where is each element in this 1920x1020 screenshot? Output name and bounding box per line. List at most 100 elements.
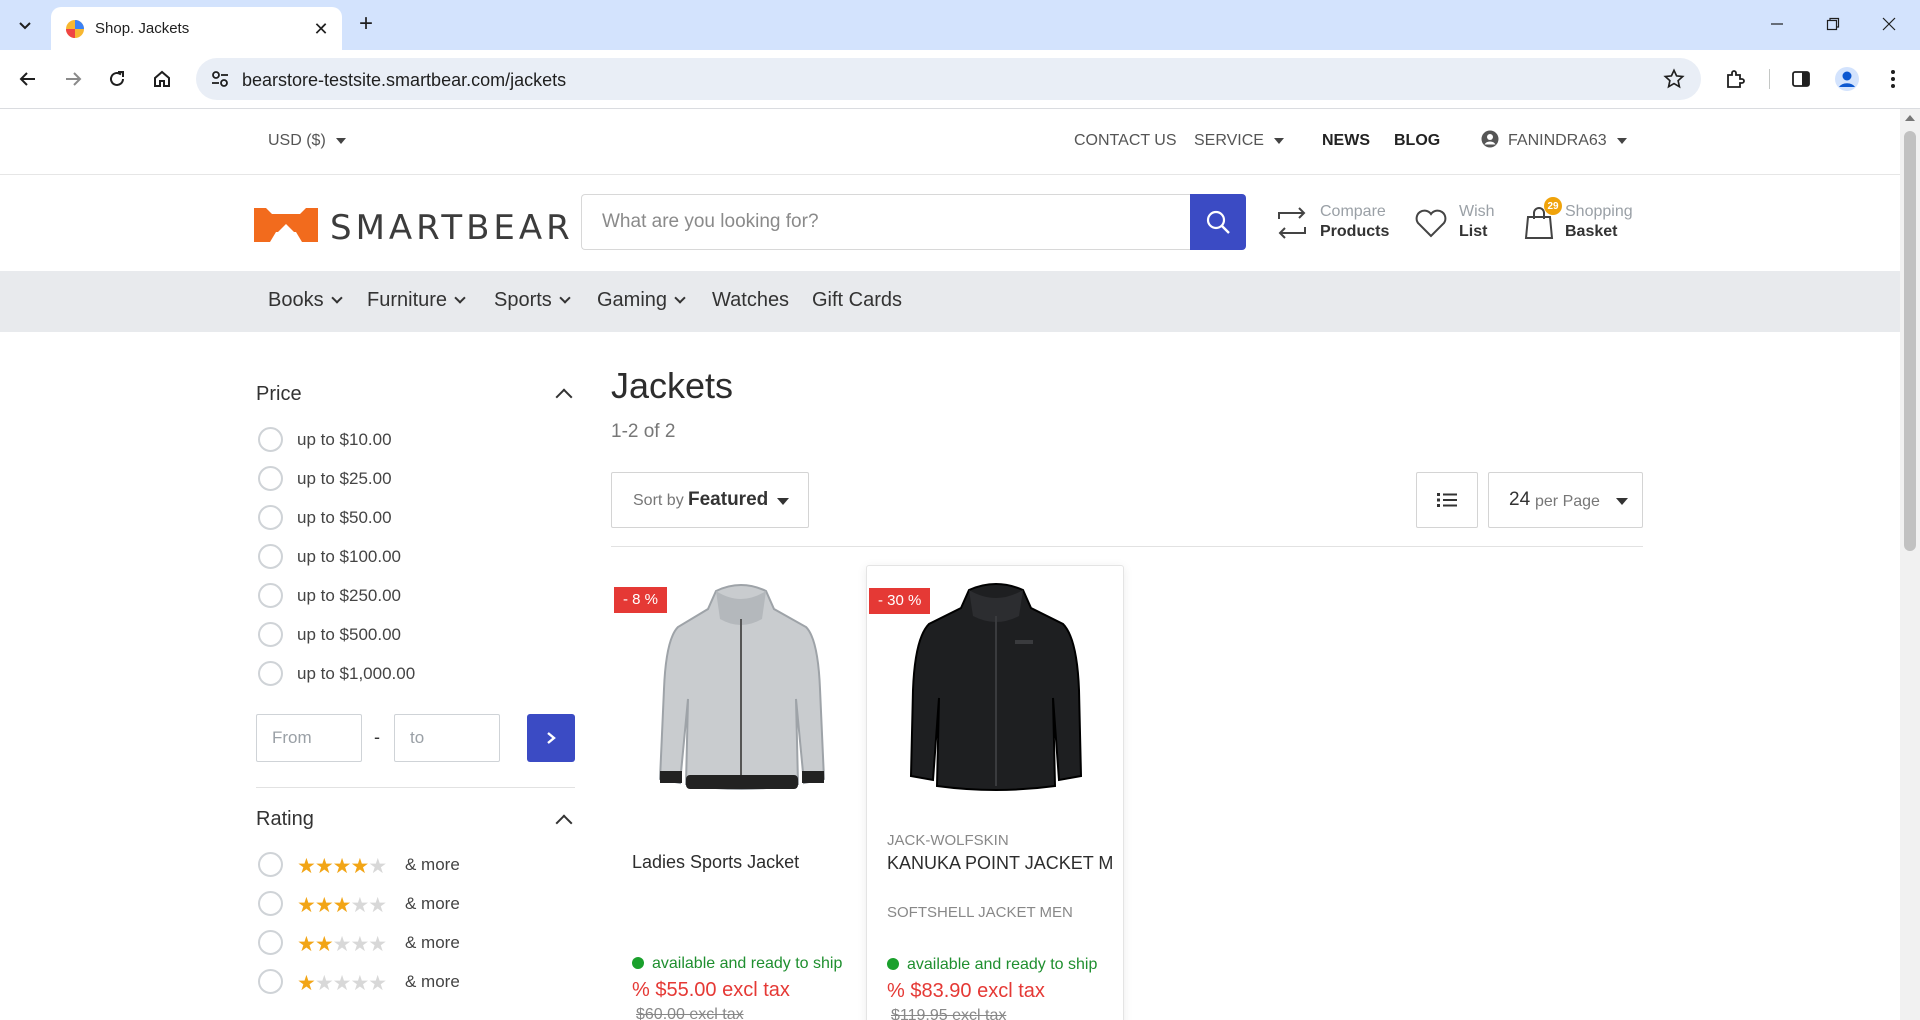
restore-window-button[interactable] [1805,6,1861,42]
sidebar-divider [256,787,575,788]
tab-title: Shop. Jackets [95,20,190,37]
chevron-down-icon [335,137,346,144]
browser-tab-active[interactable]: Shop. Jackets ✕ [51,7,342,50]
radio-button[interactable] [258,583,283,608]
user-menu[interactable]: FANINDRA63 [1481,130,1627,150]
product-name[interactable]: KANUKA POINT JACKET M [887,853,1113,874]
rating-filter-title: Rating [256,808,314,830]
profile-button[interactable] [1829,61,1865,97]
radio-button[interactable] [258,466,283,491]
nav-item-gift-cards[interactable]: Gift Cards [812,289,902,312]
list-view-button[interactable] [1416,472,1478,528]
radio-button[interactable] [258,969,283,994]
nav-label: Books [268,289,324,311]
page-title: Jackets [611,365,734,406]
nav-item-furniture[interactable]: Furniture [367,289,466,312]
extensions-button[interactable] [1717,61,1753,97]
product-price: % $55.00 excl tax [632,979,790,1001]
product-brand[interactable]: JACK-WOLFSKIN [887,832,1009,849]
price-option-label: up to $25.00 [297,469,392,488]
rating-option-label: & more [405,855,460,874]
search-button[interactable] [1190,194,1246,250]
toolbar-divider [611,546,1643,547]
profile-avatar-icon [1835,67,1859,91]
radio-button[interactable] [258,427,283,452]
chevron-down-icon [674,292,686,304]
nav-item-watches[interactable]: Watches [712,289,789,312]
minimize-window-button[interactable] [1749,6,1805,42]
per-page-value: 24 [1509,489,1531,510]
shopping-basket-link[interactable]: 29 Shopping Basket [1522,197,1642,245]
nav-item-sports[interactable]: Sports [494,289,571,312]
radio-button[interactable] [258,544,283,569]
reload-icon [110,71,124,86]
radio-button[interactable] [258,622,283,647]
close-window-button[interactable] [1861,6,1917,42]
forward-button[interactable] [55,61,91,97]
browser-menu-button[interactable] [1875,61,1911,97]
availability-status: available and ready to ship [887,956,1097,974]
availability-text: available and ready to ship [907,956,1098,973]
product-card[interactable]: - 8 % Ladies Sports Jacket available and… [612,565,870,1020]
availability-dot [887,958,899,970]
chevron-up-icon[interactable] [555,814,573,832]
sort-dropdown[interactable]: Sort by Featured [611,472,809,528]
product-card[interactable]: - 30 % JACK-WOLFSKIN KANUKA POINT JACKET… [866,565,1124,1020]
home-icon [154,70,170,87]
news-link[interactable]: NEWS [1322,132,1370,150]
chevron-down-icon [1616,137,1627,144]
address-bar[interactable]: bearstore-testsite.smartbear.com/jackets [196,58,1701,100]
product-name[interactable]: Ladies Sports Jacket [632,852,799,873]
rating-option-label: & more [405,972,460,991]
product-old-price: $60.00 excl tax [636,1006,744,1020]
nav-label: Furniture [367,289,448,311]
availability-text: available and ready to ship [652,955,843,972]
page-viewport: USD ($) CONTACT US SERVICE NEWS BLOG FAN… [0,109,1900,1020]
side-panel-button[interactable] [1783,61,1819,97]
site-favicon-icon [66,20,84,38]
price-from-input[interactable] [256,714,362,762]
scroll-up-arrow-icon[interactable] [1905,115,1915,121]
close-icon [1882,17,1896,31]
close-tab-icon[interactable]: ✕ [310,18,332,40]
nav-label: Sports [494,289,552,311]
arrow-right-icon [66,72,82,86]
product-image[interactable] [901,580,1091,800]
tab-search-button[interactable] [8,8,42,42]
back-button[interactable] [10,61,46,97]
wish-list-link[interactable]: Wish List [1413,201,1503,245]
nav-item-gaming[interactable]: Gaming [597,289,686,312]
home-button[interactable] [144,61,180,97]
list-view-icon [1437,493,1457,507]
bookmark-star-icon[interactable] [1663,68,1685,90]
price-to-input[interactable] [394,714,500,762]
apply-price-button[interactable] [527,714,575,762]
page-scrollbar[interactable] [1900,109,1920,1020]
radio-button[interactable] [258,661,283,686]
radio-button[interactable] [258,930,283,955]
currency-selector[interactable]: USD ($) [268,132,346,150]
sort-prefix: Sort by [633,492,684,509]
radio-button[interactable] [258,891,283,916]
chevron-down-icon [19,22,31,30]
search-input[interactable] [581,194,1191,250]
smartbear-logo[interactable]: SMARTBEAR [252,204,570,248]
compare-products-link[interactable]: Compare Products [1274,201,1394,245]
side-panel-icon [1792,71,1810,87]
chevron-up-icon[interactable] [555,388,573,406]
restore-icon [1826,17,1840,31]
logo-text: SMARTBEAR [330,208,574,248]
scrollbar-thumb[interactable] [1904,131,1916,551]
blog-link[interactable]: BLOG [1394,132,1440,150]
chevron-down-icon [1273,137,1284,144]
contact-us-link[interactable]: CONTACT US [1074,132,1177,150]
per-page-dropdown[interactable]: 24 per Page [1488,472,1643,528]
nav-item-books[interactable]: Books [268,289,343,312]
service-menu[interactable]: SERVICE [1194,132,1284,150]
new-tab-button[interactable]: + [351,9,381,39]
radio-button[interactable] [258,852,283,877]
radio-button[interactable] [258,505,283,530]
reload-button[interactable] [99,61,135,97]
product-image[interactable] [646,579,836,799]
result-count: 1-2 of 2 [611,421,676,442]
